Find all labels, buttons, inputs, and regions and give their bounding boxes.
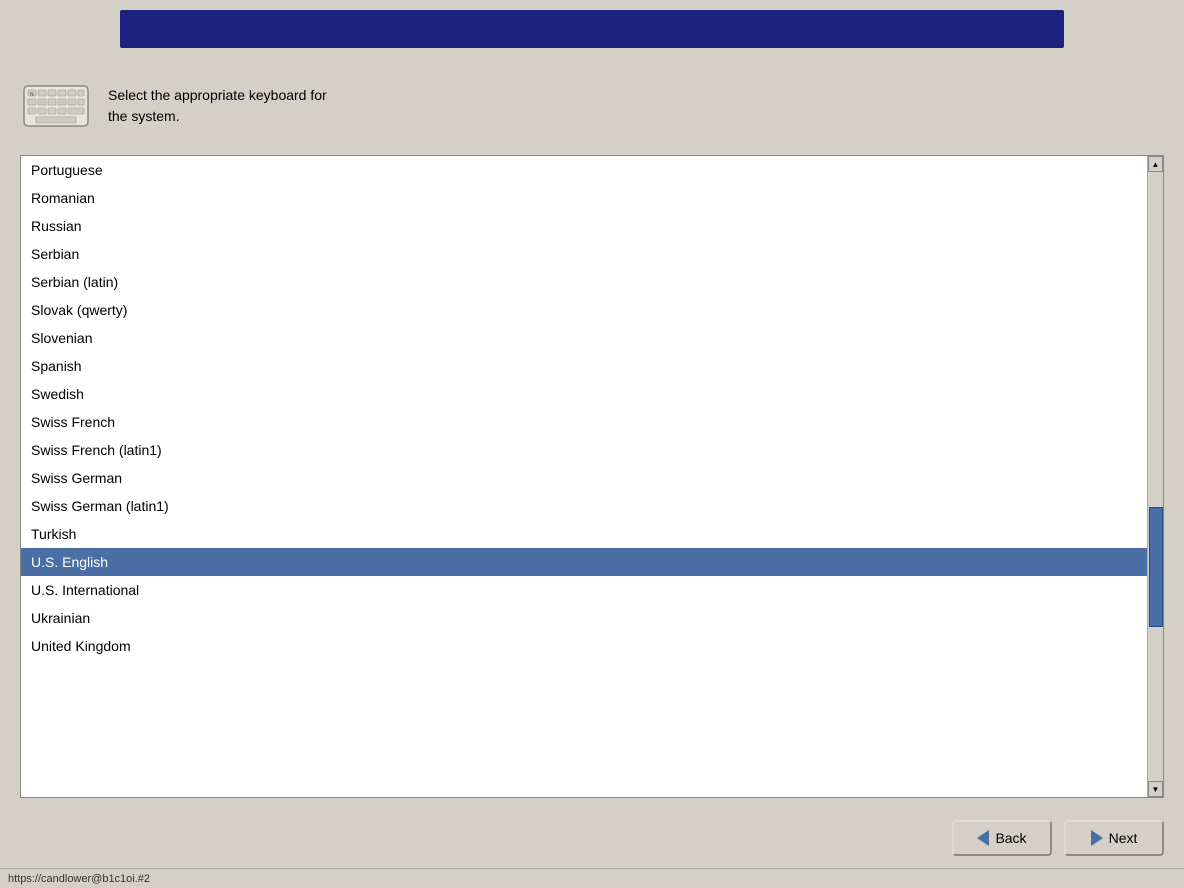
next-arrow-icon — [1091, 830, 1103, 846]
scroll-track — [1148, 172, 1163, 781]
status-text: https://candlower@b1c1oi.#2 — [8, 873, 150, 885]
list-item[interactable]: U.S. International — [21, 576, 1147, 604]
list-item[interactable]: Slovenian — [21, 324, 1147, 352]
header-text: Select the appropriate keyboard for the … — [108, 85, 327, 127]
list-item[interactable]: Swiss German — [21, 464, 1147, 492]
list-item[interactable]: Russian — [21, 212, 1147, 240]
list-item[interactable]: Serbian (latin) — [21, 268, 1147, 296]
list-item[interactable]: Swiss French — [21, 408, 1147, 436]
list-item[interactable]: Turkish — [21, 520, 1147, 548]
list-item[interactable]: Swedish — [21, 380, 1147, 408]
list-item[interactable]: United Kingdom — [21, 632, 1147, 660]
top-bar — [120, 10, 1064, 48]
list-item[interactable]: Romanian — [21, 184, 1147, 212]
list-item[interactable]: Ukrainian — [21, 604, 1147, 632]
header-section: N Select the appropriate keyboard for th… — [20, 70, 1164, 142]
list-item[interactable]: Swiss French (latin1) — [21, 436, 1147, 464]
list-item[interactable]: Serbian — [21, 240, 1147, 268]
svg-text:N: N — [30, 92, 34, 98]
scroll-thumb[interactable] — [1149, 507, 1163, 627]
back-button[interactable]: Back — [952, 820, 1052, 856]
list-item[interactable]: Portuguese — [21, 156, 1147, 184]
next-label: Next — [1109, 830, 1138, 846]
keyboard-icon: N — [20, 78, 92, 134]
list-item[interactable]: Swiss German (latin1) — [21, 492, 1147, 520]
status-bar: https://candlower@b1c1oi.#2 — [0, 868, 1184, 888]
keyboard-list-container: PortugueseRomanianRussianSerbianSerbian … — [20, 155, 1164, 798]
next-button[interactable]: Next — [1064, 820, 1164, 856]
list-item[interactable]: Spanish — [21, 352, 1147, 380]
instruction-line1: Select the appropriate keyboard for — [108, 87, 327, 103]
back-arrow-icon — [977, 830, 989, 846]
scroll-down-button[interactable]: ▼ — [1148, 781, 1163, 797]
scroll-up-button[interactable]: ▲ — [1148, 156, 1163, 172]
instruction-line2: the system. — [108, 108, 180, 124]
scrollbar[interactable]: ▲ ▼ — [1147, 156, 1163, 797]
bottom-buttons: Back Next — [952, 820, 1164, 856]
list-item[interactable]: U.S. English — [21, 548, 1147, 576]
list-item[interactable]: Slovak (qwerty) — [21, 296, 1147, 324]
back-label: Back — [995, 830, 1026, 846]
keyboard-list[interactable]: PortugueseRomanianRussianSerbianSerbian … — [21, 156, 1147, 797]
